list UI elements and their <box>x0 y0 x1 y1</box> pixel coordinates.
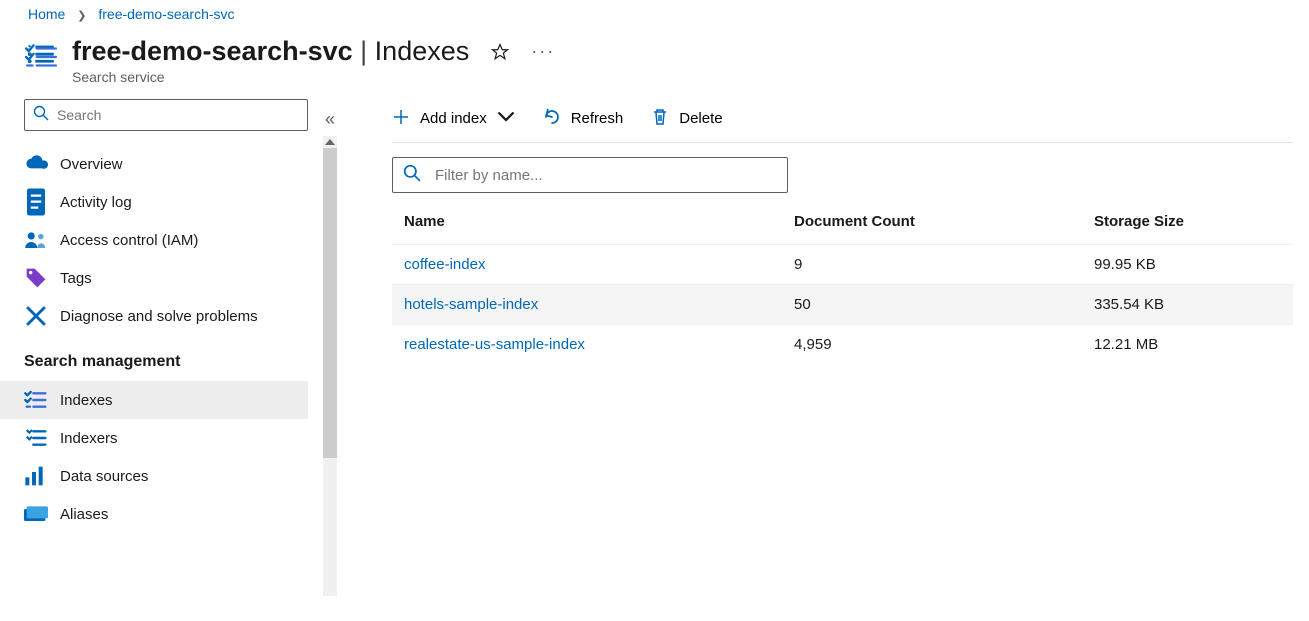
sidebar-item-label: Aliases <box>60 506 108 523</box>
index-name-link[interactable]: realestate-us-sample-index <box>404 336 585 353</box>
filter-by-name[interactable] <box>392 157 788 193</box>
breadcrumb-home[interactable]: Home <box>28 6 65 22</box>
sidebar-item-label: Activity log <box>60 194 132 211</box>
sidebar-item-access-control[interactable]: Access control (IAM) <box>0 221 308 259</box>
sidebar-item-label: Tags <box>60 270 92 287</box>
diagnose-icon <box>24 306 48 326</box>
indexes-resource-icon <box>24 36 58 79</box>
refresh-label: Refresh <box>571 110 624 127</box>
chevron-down-icon <box>497 108 515 130</box>
sidebar-search-input[interactable] <box>57 107 299 123</box>
sidebar-item-data-sources[interactable]: Data sources <box>0 457 308 495</box>
sidebar-item-label: Access control (IAM) <box>60 232 198 249</box>
scrollbar-thumb[interactable] <box>323 148 337 458</box>
search-icon <box>403 164 421 187</box>
chevron-right-icon: ❯ <box>69 10 94 22</box>
sidebar-item-label: Diagnose and solve problems <box>60 308 258 325</box>
storage-size: 335.54 KB <box>1082 285 1293 325</box>
sidebar-item-diagnose[interactable]: Diagnose and solve problems <box>0 297 308 335</box>
page-title-resource: free-demo-search-svc <box>72 36 353 66</box>
sidebar-item-aliases[interactable]: Aliases <box>0 495 308 533</box>
sidebar-section-search-management: Search management <box>24 335 308 381</box>
filter-input[interactable] <box>435 167 777 184</box>
sidebar-scrollbar[interactable] <box>323 136 337 596</box>
refresh-icon <box>543 108 561 130</box>
breadcrumb-resource[interactable]: free-demo-search-svc <box>98 6 234 22</box>
resource-type-label: Search service <box>72 69 555 85</box>
plus-icon <box>392 108 410 130</box>
log-icon <box>24 192 48 212</box>
document-count: 9 <box>782 245 1082 285</box>
column-header-storage-size[interactable]: Storage Size <box>1082 213 1293 245</box>
table-row[interactable]: hotels-sample-index 50 335.54 KB <box>392 285 1293 325</box>
data-sources-icon <box>24 466 48 486</box>
storage-size: 99.95 KB <box>1082 245 1293 285</box>
index-name-link[interactable]: hotels-sample-index <box>404 296 538 313</box>
table-row[interactable]: realestate-us-sample-index 4,959 12.21 M… <box>392 325 1293 365</box>
add-index-button[interactable]: Add index <box>392 108 515 130</box>
sidebar-item-label: Overview <box>60 156 123 173</box>
favorite-button[interactable] <box>491 43 509 61</box>
sidebar-item-indexers[interactable]: Indexers <box>0 419 308 457</box>
index-name-link[interactable]: coffee-index <box>404 256 485 273</box>
document-count: 50 <box>782 285 1082 325</box>
people-icon <box>24 230 48 250</box>
scroll-up-icon <box>325 139 335 145</box>
sidebar-item-overview[interactable]: Overview <box>0 145 308 183</box>
tag-icon <box>24 268 48 288</box>
trash-icon <box>651 108 669 130</box>
indexers-icon <box>24 428 48 448</box>
aliases-icon <box>24 504 48 524</box>
delete-label: Delete <box>679 110 722 127</box>
toolbar: Add index Refresh Delete <box>392 99 1293 143</box>
document-count: 4,959 <box>782 325 1082 365</box>
collapse-sidebar-button[interactable]: « <box>325 109 335 130</box>
search-icon <box>33 105 49 126</box>
page-title: free-demo-search-svc | Indexes <box>72 36 469 67</box>
refresh-button[interactable]: Refresh <box>543 108 624 130</box>
sidebar-item-indexes[interactable]: Indexes <box>0 381 308 419</box>
indexes-table: Name Document Count Storage Size coffee-… <box>392 213 1293 364</box>
add-index-label: Add index <box>420 110 487 127</box>
column-header-name[interactable]: Name <box>392 213 782 245</box>
table-row[interactable]: coffee-index 9 99.95 KB <box>392 245 1293 285</box>
delete-button[interactable]: Delete <box>651 108 722 130</box>
sidebar-item-activity-log[interactable]: Activity log <box>0 183 308 221</box>
sidebar-search[interactable] <box>24 99 308 131</box>
indexes-icon <box>24 390 48 410</box>
page-title-section: Indexes <box>375 36 470 66</box>
column-header-document-count[interactable]: Document Count <box>782 213 1082 245</box>
sidebar-item-label: Data sources <box>60 468 148 485</box>
sidebar-item-label: Indexes <box>60 392 113 409</box>
sidebar-item-tags[interactable]: Tags <box>0 259 308 297</box>
storage-size: 12.21 MB <box>1082 325 1293 365</box>
sidebar-item-label: Indexers <box>60 430 118 447</box>
cloud-icon <box>24 154 48 174</box>
more-button[interactable]: ··· <box>531 41 555 62</box>
breadcrumb: Home ❯ free-demo-search-svc <box>0 0 1309 26</box>
